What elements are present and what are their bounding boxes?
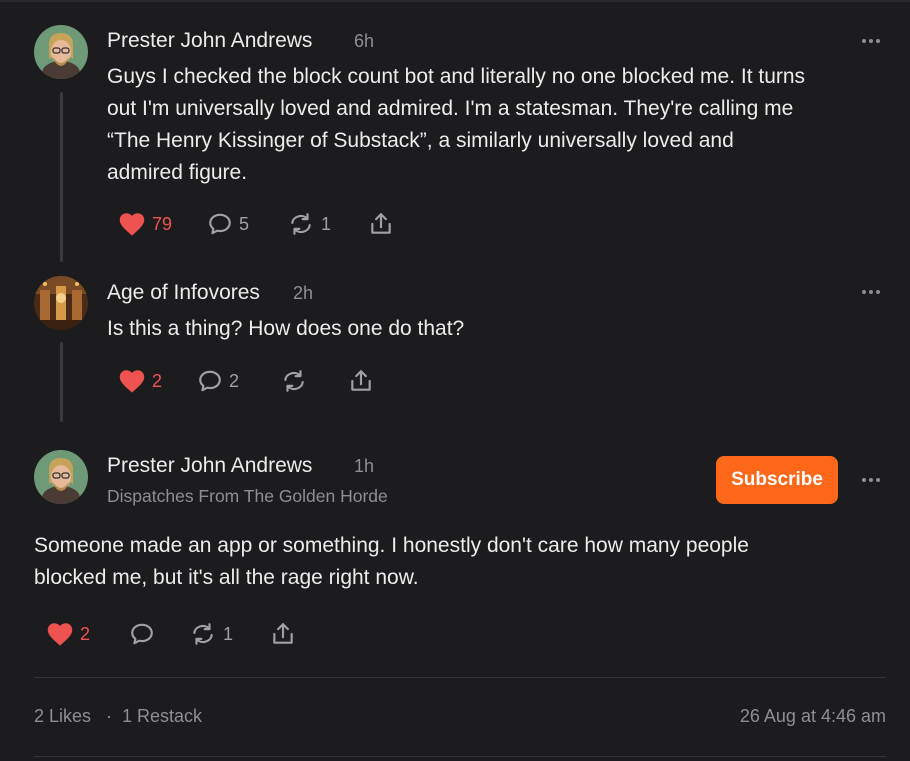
comment-author[interactable]: Prester John Andrews (107, 29, 312, 53)
post-timestamp[interactable]: 26 Aug at 4:46 am (740, 706, 886, 727)
divider (34, 677, 886, 678)
thread-line (60, 342, 63, 422)
post-author[interactable]: Prester John Andrews (107, 454, 312, 478)
speech-bubble-icon (199, 370, 221, 392)
top-border (0, 0, 910, 2)
separator-dot: · (106, 706, 112, 726)
restack-arrows-icon (284, 370, 304, 392)
avatar-prester-john[interactable] (34, 25, 88, 79)
subscribe-button[interactable]: Subscribe (716, 456, 838, 504)
post-body: Someone made an app or something. I hone… (34, 530, 894, 594)
comment-body-line: “The Henry Kissinger of Substack”, a sim… (107, 129, 734, 152)
likes-summary-link[interactable]: 2 Likes (34, 706, 91, 727)
heart-icon (119, 213, 145, 236)
speech-bubble-icon (131, 623, 153, 645)
speech-bubble-icon (209, 213, 231, 235)
comment-body-line: admired figure. (107, 161, 248, 184)
comment-author[interactable]: Age of Infovores (107, 281, 260, 305)
comment-body-line: Is this a thing? How does one do that? (107, 317, 465, 340)
reply-button[interactable] (129, 621, 155, 647)
like-count: 2 (80, 623, 91, 644)
like-count: 79 (152, 213, 173, 234)
restack-arrows-icon (193, 623, 213, 645)
comment-body-line: out I'm universally loved and admired. I… (107, 97, 794, 120)
more-dots-icon[interactable] (862, 288, 882, 296)
restacks-summary-link[interactable]: 1 Restack (122, 706, 202, 727)
share-button[interactable] (348, 368, 374, 394)
reply-button[interactable]: 2 (197, 368, 239, 394)
reply-button[interactable]: 5 (207, 211, 249, 237)
heart-icon (47, 623, 73, 646)
more-dots-icon[interactable] (862, 476, 882, 484)
more-dots-icon[interactable] (862, 37, 882, 45)
comment-body: Is this a thing? How does one do that? (107, 313, 897, 345)
post-time[interactable]: 1h (354, 456, 374, 477)
share-upload-icon (371, 213, 391, 234)
like-count: 2 (152, 370, 163, 391)
share-button[interactable] (368, 211, 394, 237)
restack-button[interactable]: 1 (189, 621, 233, 647)
post-body-line: Someone made an app or something. I hone… (34, 534, 749, 557)
comment-body-line: Guys I checked the block count bot and l… (107, 65, 806, 88)
restack-button[interactable] (280, 368, 308, 394)
share-upload-icon (351, 370, 371, 391)
share-upload-icon (273, 623, 293, 644)
like-button[interactable]: 79 (118, 211, 172, 237)
like-button[interactable]: 2 (118, 368, 162, 394)
avatar-prester-john[interactable] (34, 450, 88, 504)
comment-time[interactable]: 2h (293, 283, 313, 304)
post-body-line: blocked me, but it's all the rage right … (34, 566, 419, 589)
heart-icon (119, 370, 145, 393)
thread-line (60, 92, 63, 262)
restack-arrows-icon (291, 213, 311, 235)
comment-time[interactable]: 6h (354, 31, 374, 52)
restack-count: 1 (321, 213, 332, 234)
restack-count: 1 (223, 623, 234, 644)
reply-count: 2 (229, 370, 240, 391)
publication-name[interactable]: Dispatches From The Golden Horde (107, 486, 388, 507)
reply-count: 5 (239, 213, 250, 234)
like-button[interactable]: 2 (46, 621, 90, 647)
restack-button[interactable]: 1 (287, 211, 331, 237)
share-button[interactable] (270, 621, 296, 647)
avatar-age-of-infovores[interactable] (34, 276, 88, 330)
divider (34, 756, 886, 757)
comment-body: Guys I checked the block count bot and l… (107, 61, 897, 189)
